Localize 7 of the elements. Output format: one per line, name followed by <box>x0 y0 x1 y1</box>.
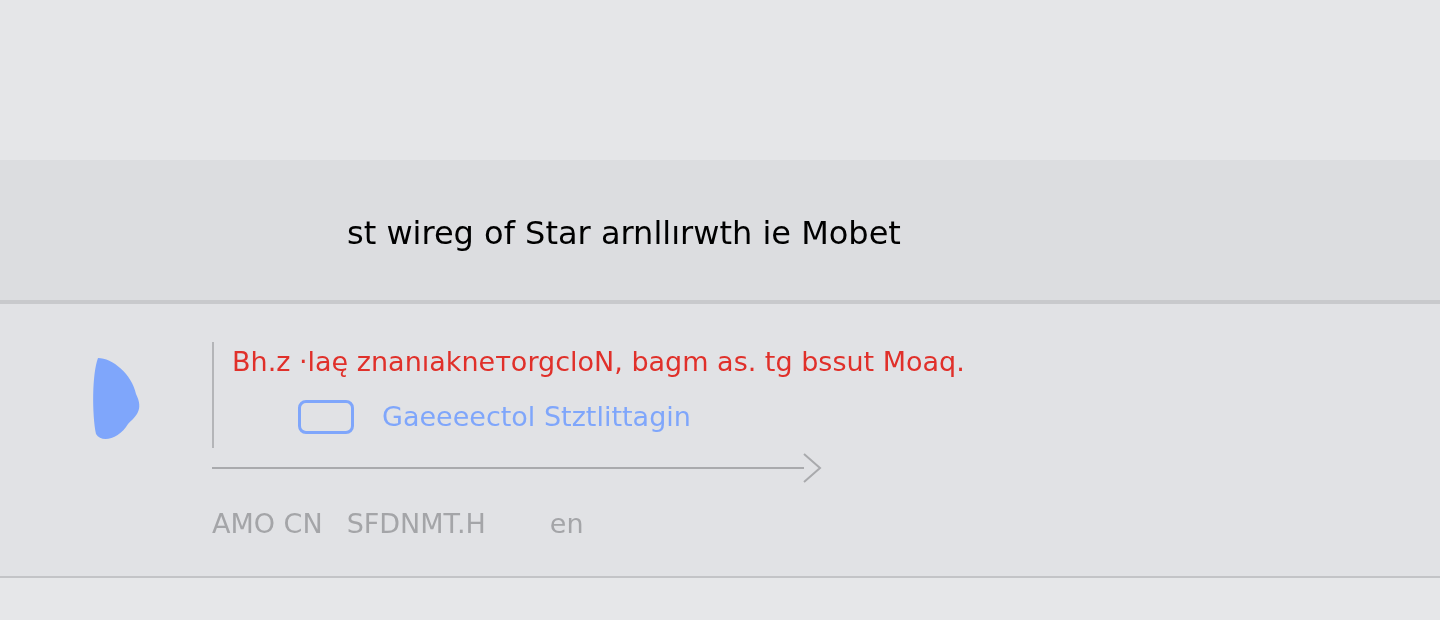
footer-label: AMO CN <box>212 507 323 541</box>
chevron-right-icon[interactable] <box>802 452 822 484</box>
error-message: Bh.z ·laę znanıakneтоrgcloN, bagm as. tg bssut Moaq. <box>232 345 965 379</box>
footer-label: SFDNMT.H <box>346 507 486 541</box>
page-title: st wireg of Star arnllırwth ie Mobet <box>347 213 901 254</box>
footer-label: en <box>549 507 584 541</box>
option-checkbox[interactable]: Gaeeeectol Stztlittagin <box>298 396 965 437</box>
